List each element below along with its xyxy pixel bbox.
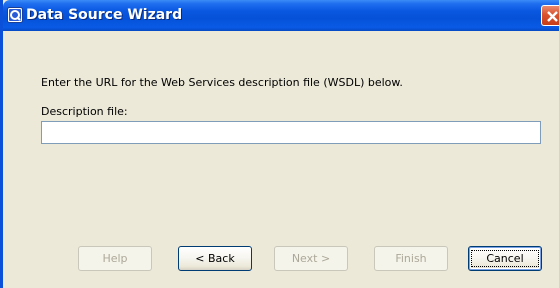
cancel-button[interactable]: Cancel (468, 246, 542, 271)
instruction-text: Enter the URL for the Web Services descr… (41, 76, 403, 89)
close-button[interactable] (541, 5, 559, 26)
app-icon (7, 7, 23, 23)
window-title: Data Source Wizard (26, 7, 183, 23)
description-file-label: Description file: (41, 105, 128, 118)
cancel-button-label: Cancel (471, 250, 539, 267)
data-source-wizard-window: Data Source Wizard Enter the URL for the… (0, 0, 559, 288)
help-button[interactable]: Help (78, 246, 152, 271)
title-bar[interactable]: Data Source Wizard (3, 0, 559, 31)
finish-button[interactable]: Finish (374, 246, 448, 271)
back-button[interactable]: < Back (178, 246, 252, 271)
description-file-input[interactable] (41, 121, 541, 144)
next-button[interactable]: Next > (274, 246, 348, 271)
close-icon (547, 11, 558, 22)
